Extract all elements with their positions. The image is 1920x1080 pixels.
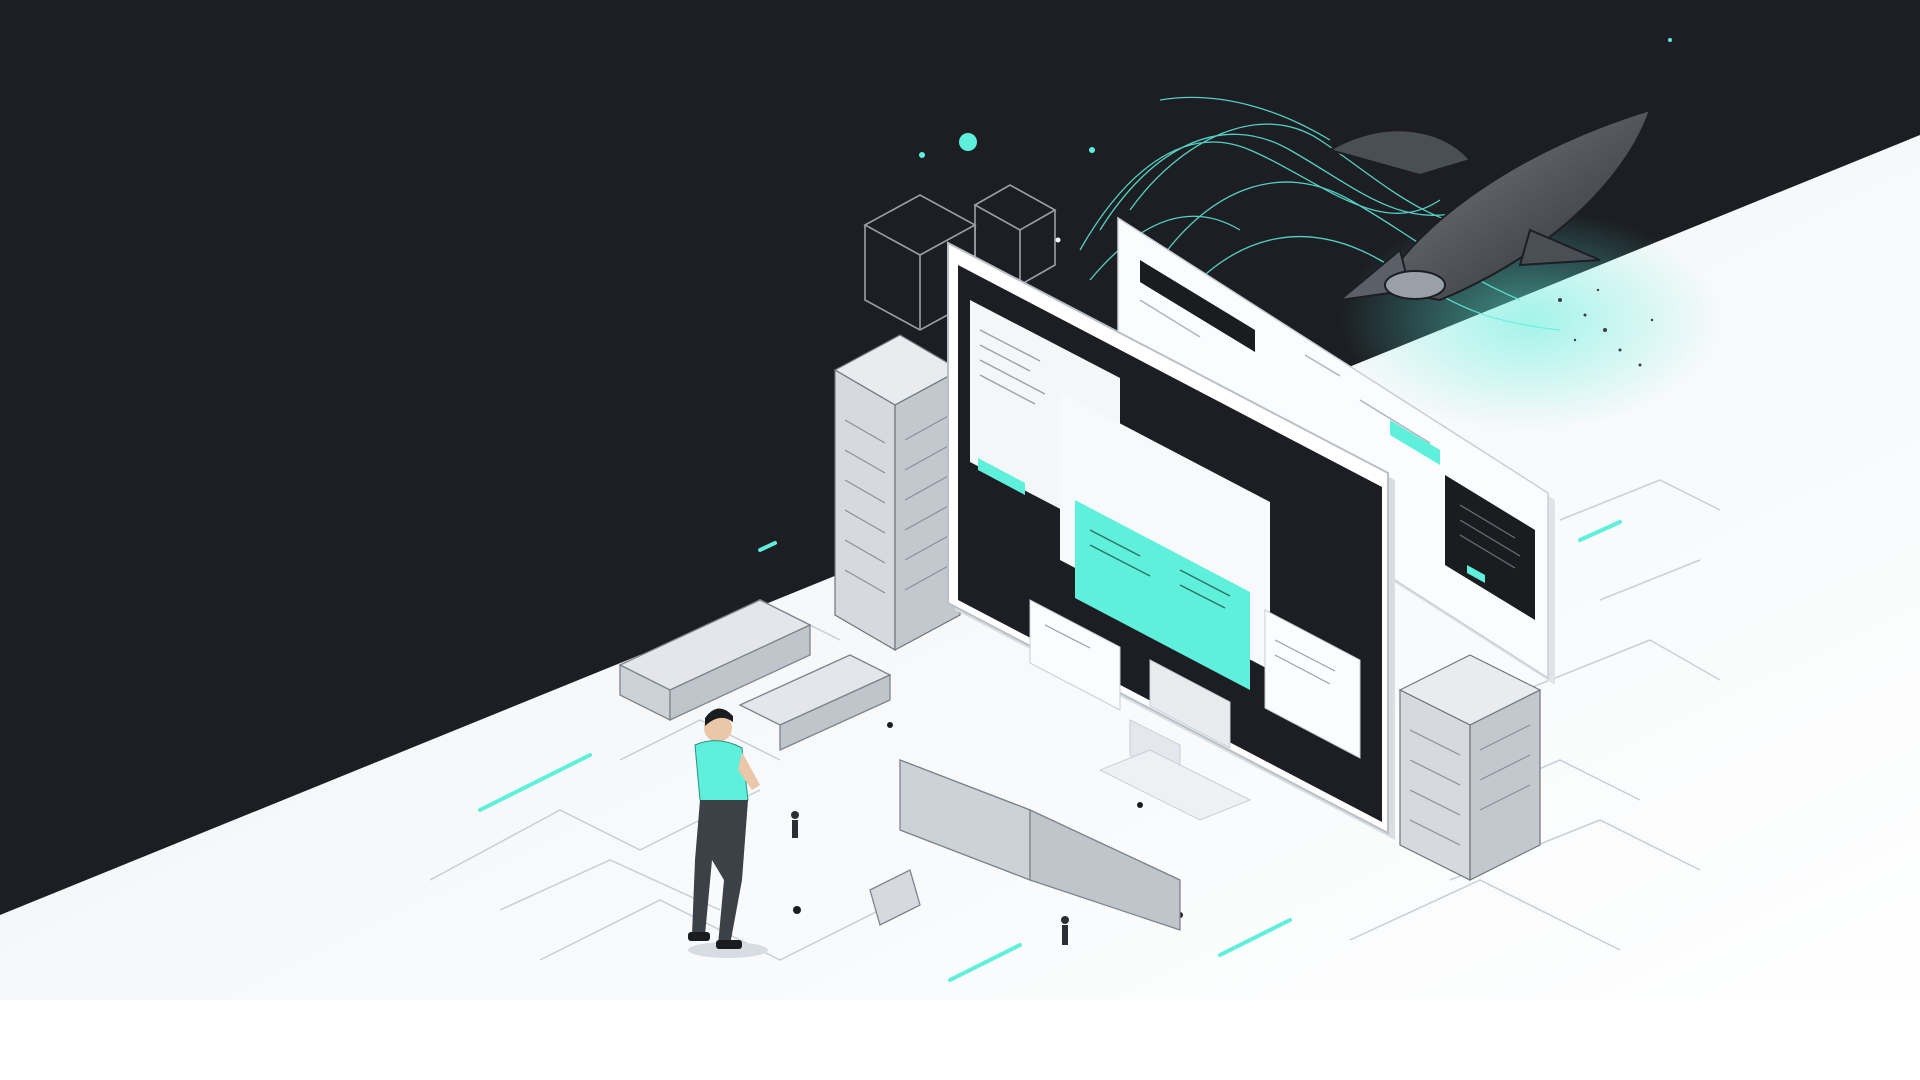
server-tower-right [1398, 654, 1542, 881]
illustration-stage [0, 0, 1920, 1080]
server-tower-left [833, 334, 962, 652]
isometric-illustration [0, 0, 1920, 1080]
bottom-fade [0, 1000, 1920, 1080]
